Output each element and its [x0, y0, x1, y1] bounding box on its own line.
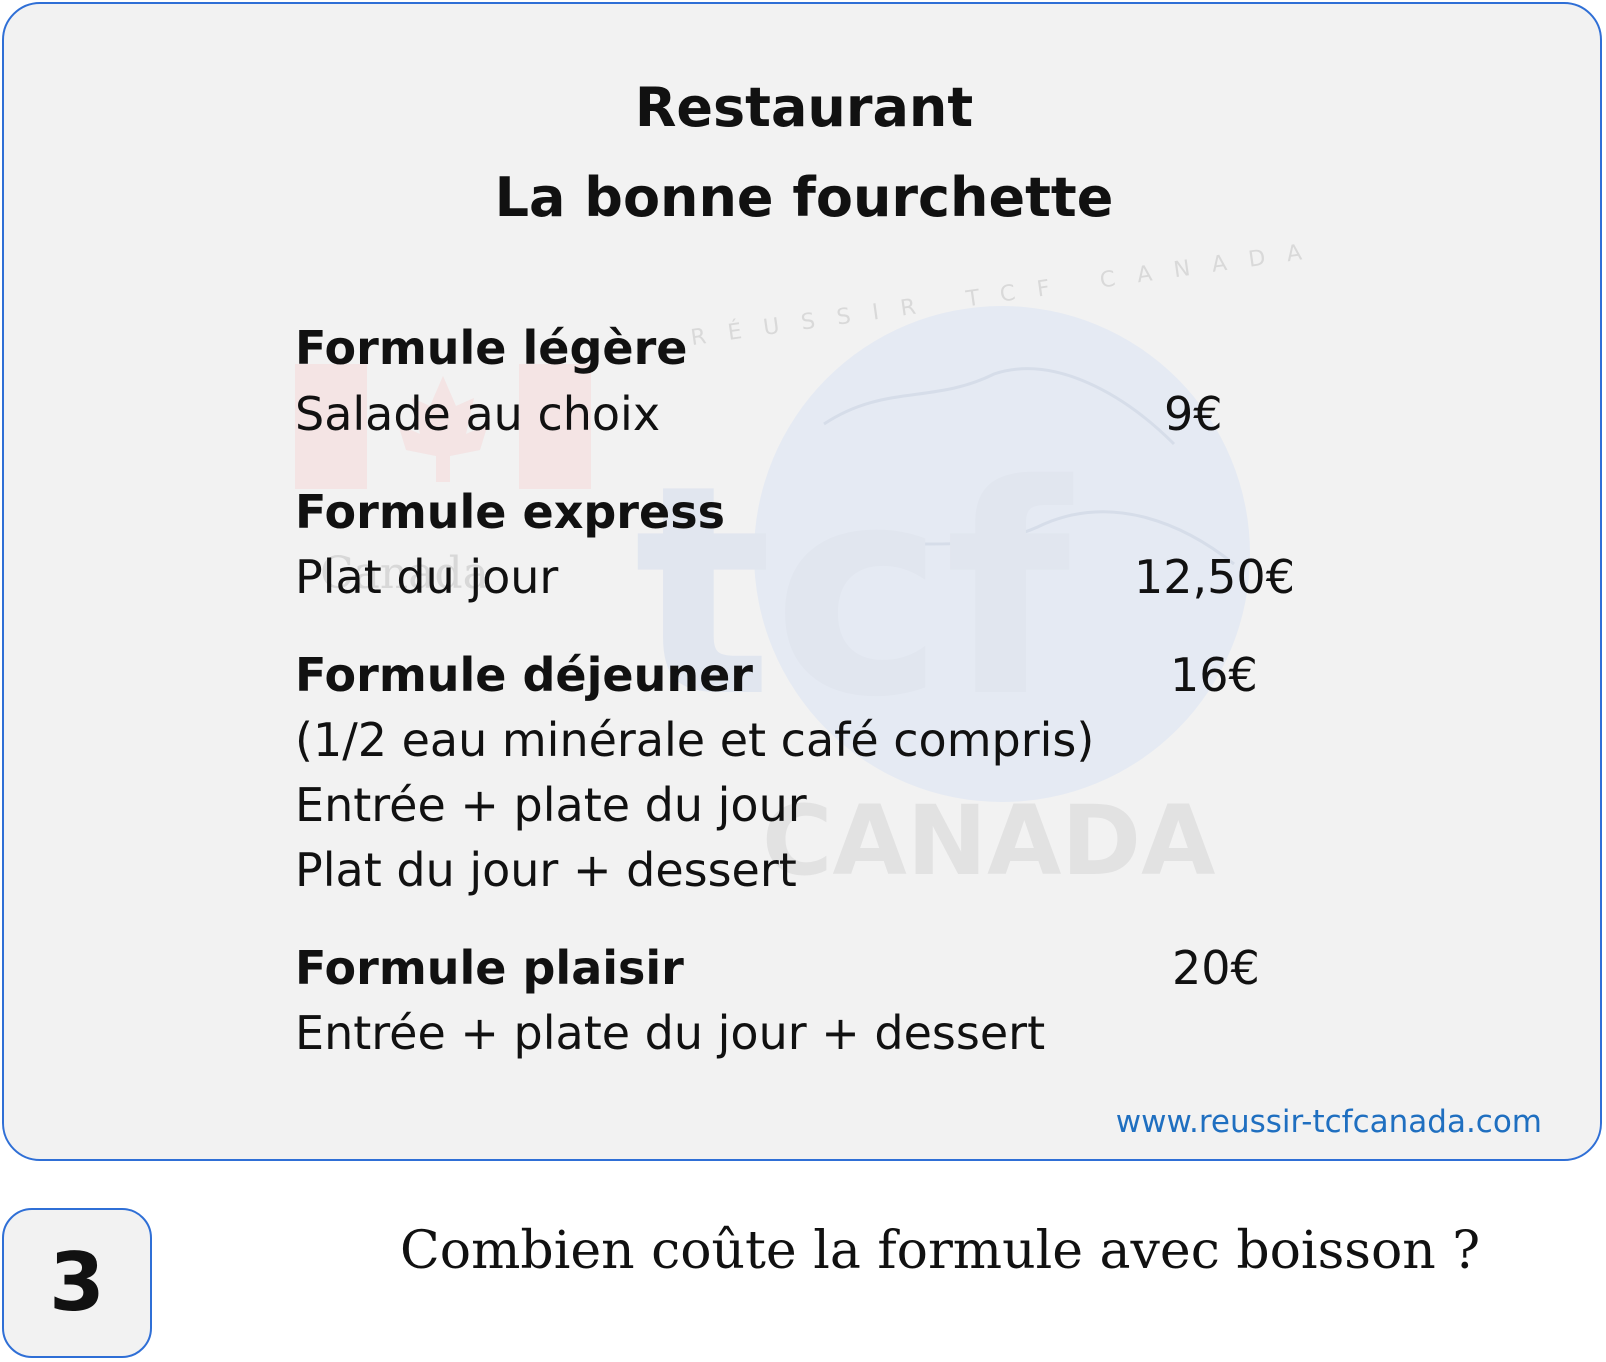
- watermark-word: CANADA: [762, 785, 1215, 897]
- restaurant-title: Restaurant: [634, 76, 974, 139]
- formula-name: Formule légère: [295, 321, 688, 375]
- formula-name: Formule déjeuner: [295, 648, 753, 702]
- formula-name: Formule plaisir: [295, 941, 684, 995]
- formula-line: (1/2 eau minérale et café compris): [295, 713, 1095, 767]
- formula-line: Plat du jour: [295, 550, 559, 604]
- website-link[interactable]: www.reussir-tcfcanada.com: [1116, 1102, 1542, 1142]
- formula-line: Entrée + plate du jour + dessert: [295, 1006, 1046, 1060]
- formula-price: 12,50€: [1134, 550, 1295, 604]
- watermark-ring-text: RÉUSSIR TCF CANADA: [689, 236, 1325, 351]
- formula-line: Entrée + plate du jour: [295, 778, 807, 832]
- formula-price: 20€: [1172, 941, 1260, 995]
- formula-price: 9€: [1164, 387, 1223, 441]
- restaurant-name: La bonne fourchette: [494, 166, 1114, 229]
- question-number-badge: 3: [2, 1208, 152, 1358]
- question-text: Combien coûte la formule avec boisson ?: [400, 1221, 1481, 1281]
- formula-line: Salade au choix: [295, 387, 661, 441]
- formula-price: 16€: [1170, 648, 1258, 702]
- watermark-logo: tcf: [634, 424, 1076, 761]
- formula-line: Plat du jour + dessert: [295, 843, 797, 897]
- formula-name: Formule express: [295, 485, 725, 539]
- menu-card: Canada RÉUSSIR TCF CANADA tcf CANADA Res…: [2, 2, 1602, 1161]
